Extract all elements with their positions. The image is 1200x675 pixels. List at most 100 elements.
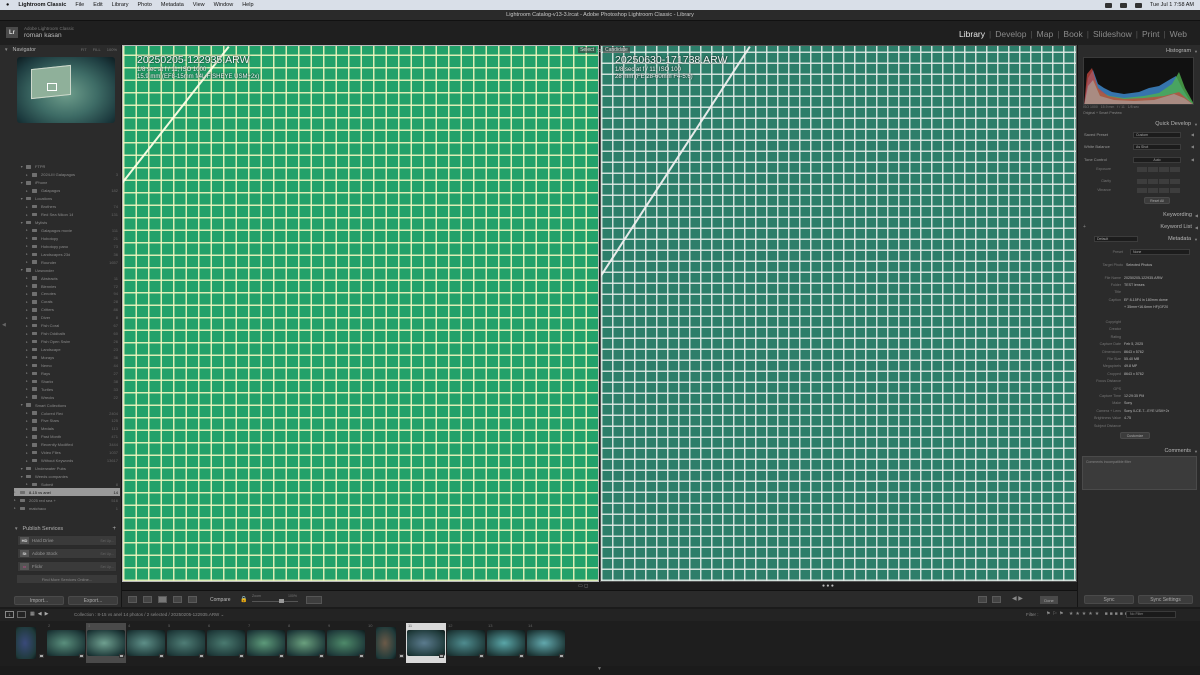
- collection-item[interactable]: ▸ Morays 36: [14, 354, 120, 362]
- collection-item[interactable]: ▸ Past Month 471: [14, 433, 120, 441]
- menu-window[interactable]: Window: [214, 2, 234, 8]
- collection-set[interactable]: ▼ iPhone: [14, 179, 120, 187]
- collapse-triangle-icon[interactable]: ▼: [1194, 49, 1198, 54]
- metadata-value[interactable]: 20250205-122935.ARW: [1124, 276, 1163, 280]
- survey-view-icon[interactable]: [173, 596, 182, 603]
- preset-select[interactable]: None: [1130, 248, 1190, 255]
- import-button[interactable]: Import...: [14, 596, 64, 605]
- filmstrip-thumbnail[interactable]: 14: [526, 623, 566, 663]
- filmstrip-thumbnail[interactable]: 5: [166, 623, 206, 663]
- metadata-value[interactable]: Feb 5, 2025: [1124, 342, 1143, 346]
- collection-item[interactable]: ▸ Fish Open Swim 26: [14, 338, 120, 346]
- filmstrip-thumbnail[interactable]: 9: [326, 623, 366, 663]
- filmstrip-thumbnail[interactable]: [6, 623, 46, 663]
- collection-item[interactable]: ▸ Hobotopy pano 73: [14, 242, 120, 250]
- filmstrip-thumbnail[interactable]: 7: [246, 623, 286, 663]
- collection-item[interactable]: ▸ Without Keywords 13617: [14, 457, 120, 465]
- menu-photo[interactable]: Photo: [137, 2, 151, 8]
- auto-tone-button[interactable]: Auto: [1133, 156, 1181, 163]
- collection-set[interactable]: ▼ Underwater Pubs: [14, 465, 120, 473]
- comments-header[interactable]: Comments ▼: [1078, 446, 1200, 456]
- collection-item[interactable]: ▸ Critters 86: [14, 306, 120, 314]
- expand-triangle-icon[interactable]: ◀: [1191, 132, 1194, 137]
- loupe-view-icon[interactable]: [143, 596, 152, 603]
- collection-item[interactable]: ▸ Fish Coral 67: [14, 322, 120, 330]
- navigator-header[interactable]: ▼ Navigator FIT FILL 100%: [0, 45, 121, 54]
- comments-box[interactable]: Comments incompatible filter: [1082, 456, 1197, 490]
- menu-help[interactable]: Help: [242, 2, 253, 8]
- filmstrip-thumbnail[interactable]: 10: [366, 623, 406, 663]
- sync-zoom-button[interactable]: [306, 596, 322, 604]
- menu-view[interactable]: View: [193, 2, 205, 8]
- metadata-value[interactable]: 49.8 MP: [1124, 364, 1137, 368]
- collection-item[interactable]: ▸ Blennies 72: [14, 282, 120, 290]
- collapse-triangle-icon[interactable]: ▼: [14, 526, 18, 531]
- collection-item[interactable]: ▸ Diver 8: [14, 314, 120, 322]
- people-view-icon[interactable]: [188, 596, 197, 603]
- expand-triangle-icon[interactable]: ◀: [1195, 213, 1198, 218]
- publish-hard-drive[interactable]: HD Hard Drive Set Up...: [17, 535, 117, 546]
- histogram-chart[interactable]: [1083, 57, 1194, 105]
- expand-triangle-icon[interactable]: ◀: [1191, 144, 1194, 149]
- collection-item[interactable]: ▸ Brothers 74: [14, 203, 120, 211]
- candidate-rating-dots[interactable]: ● ● ●: [822, 583, 834, 589]
- navigator-view-frame[interactable]: [47, 83, 57, 91]
- collection-set[interactable]: ▼ FTPR: [14, 163, 120, 171]
- collection-item[interactable]: ▸ Abstracts 11: [14, 274, 120, 282]
- filmstrip-thumbnail[interactable]: 8: [286, 623, 326, 663]
- collection-item[interactable]: ▸ Landscapes 23d 36: [14, 250, 120, 258]
- zoom-fit[interactable]: FIT: [81, 47, 87, 52]
- metadata-value[interactable]: 4.75: [1124, 416, 1131, 420]
- collection-item[interactable]: ▸ Red Sea Nikon 14 131: [14, 211, 120, 219]
- target-photo-value[interactable]: Selected Photos: [1126, 263, 1152, 267]
- navigator-preview[interactable]: [17, 57, 115, 123]
- histogram-header[interactable]: Histogram ▼: [1078, 46, 1200, 56]
- collection-item[interactable]: ▸ Turtles 33: [14, 385, 120, 393]
- collection-item[interactable]: ▸ 8-15 vs anel 14: [14, 488, 120, 497]
- module-book[interactable]: Book: [1060, 29, 1085, 39]
- publish-services-header[interactable]: ▼ Publish Services +: [10, 524, 120, 533]
- metadata-value[interactable]: 8643 x 5762: [1124, 372, 1144, 376]
- collection-item[interactable]: ▸ Landscape 23: [14, 346, 120, 354]
- module-map[interactable]: Map: [1034, 29, 1057, 39]
- metadata-value[interactable]: + 35mm+16.6mm HF(GF20: [1124, 305, 1168, 309]
- menu-file[interactable]: File: [75, 2, 84, 8]
- module-develop[interactable]: Develop: [992, 29, 1029, 39]
- apple-menu-icon[interactable]: ●: [6, 2, 9, 8]
- filmstrip-thumbnail[interactable]: 3: [86, 623, 126, 663]
- collection-item[interactable]: ▸ Five Stars 125: [14, 417, 120, 425]
- collection-set[interactable]: ▼ Weeds companies: [14, 473, 120, 481]
- collection-item[interactable]: ▸ Wrecks 22: [14, 393, 120, 401]
- control-center-icon[interactable]: [1134, 2, 1142, 8]
- reset-all-button[interactable]: Reset All: [1144, 197, 1170, 204]
- white-balance-select[interactable]: As Shot: [1133, 143, 1181, 150]
- metadata-value[interactable]: Sony ILCE-7...EYE USM+2x: [1124, 409, 1169, 413]
- collection-item[interactable]: ▸ Submit 8: [14, 481, 120, 489]
- menubar-clock[interactable]: Tue Jul 1 7:58 AM: [1150, 2, 1194, 8]
- collapse-triangle-icon[interactable]: ▼: [1194, 122, 1198, 127]
- export-button[interactable]: Export...: [68, 596, 118, 605]
- filmstrip-toggle-icon[interactable]: ▼: [597, 666, 602, 672]
- collection-item[interactable]: ▸ Nemo 44: [14, 361, 120, 369]
- wifi-icon[interactable]: [1104, 2, 1112, 8]
- collection-item[interactable]: ▸ Recently Modified 3444: [14, 441, 120, 449]
- sync-settings-button[interactable]: Sync Settings: [1138, 595, 1193, 604]
- collection-item[interactable]: ▸ Colored Red 2404: [14, 409, 120, 417]
- collection-set[interactable]: ▼ Mylists: [14, 219, 120, 227]
- flag-filter-icons[interactable]: ⚑⚐⚑ ★★★★★ ■■■■■: [1046, 611, 1130, 617]
- menu-metadata[interactable]: Metadata: [161, 2, 184, 8]
- pane-divider-icon[interactable]: ⇆: [597, 47, 603, 54]
- menu-edit[interactable]: Edit: [93, 2, 102, 8]
- candidate-image-pane[interactable]: 20250630-171738.ARW 1/8 sec at f / 11, I…: [600, 45, 1077, 582]
- saved-preset-select[interactable]: Custom: [1133, 131, 1181, 138]
- collapse-triangle-icon[interactable]: ▼: [1194, 449, 1198, 454]
- publish-adobe-stock[interactable]: St Adobe Stock Set Up...: [17, 548, 117, 559]
- select-ratings-icon[interactable]: ▭ ◻: [578, 583, 588, 589]
- grid-nav-arrows-icon[interactable]: ▦◀▶: [30, 611, 51, 617]
- metadata-value[interactable]: EF 8-15F4 in 180mm dome: [1124, 298, 1168, 302]
- swap-icon[interactable]: [978, 596, 987, 603]
- metadata-value[interactable]: 8643 x 5762: [1124, 350, 1144, 354]
- prev-next-arrows-icon[interactable]: ◀ ▶: [1012, 595, 1023, 602]
- module-slideshow[interactable]: Slideshow: [1090, 29, 1135, 39]
- collection-item[interactable]: ▸ 2025 red sea +516: [14, 496, 120, 504]
